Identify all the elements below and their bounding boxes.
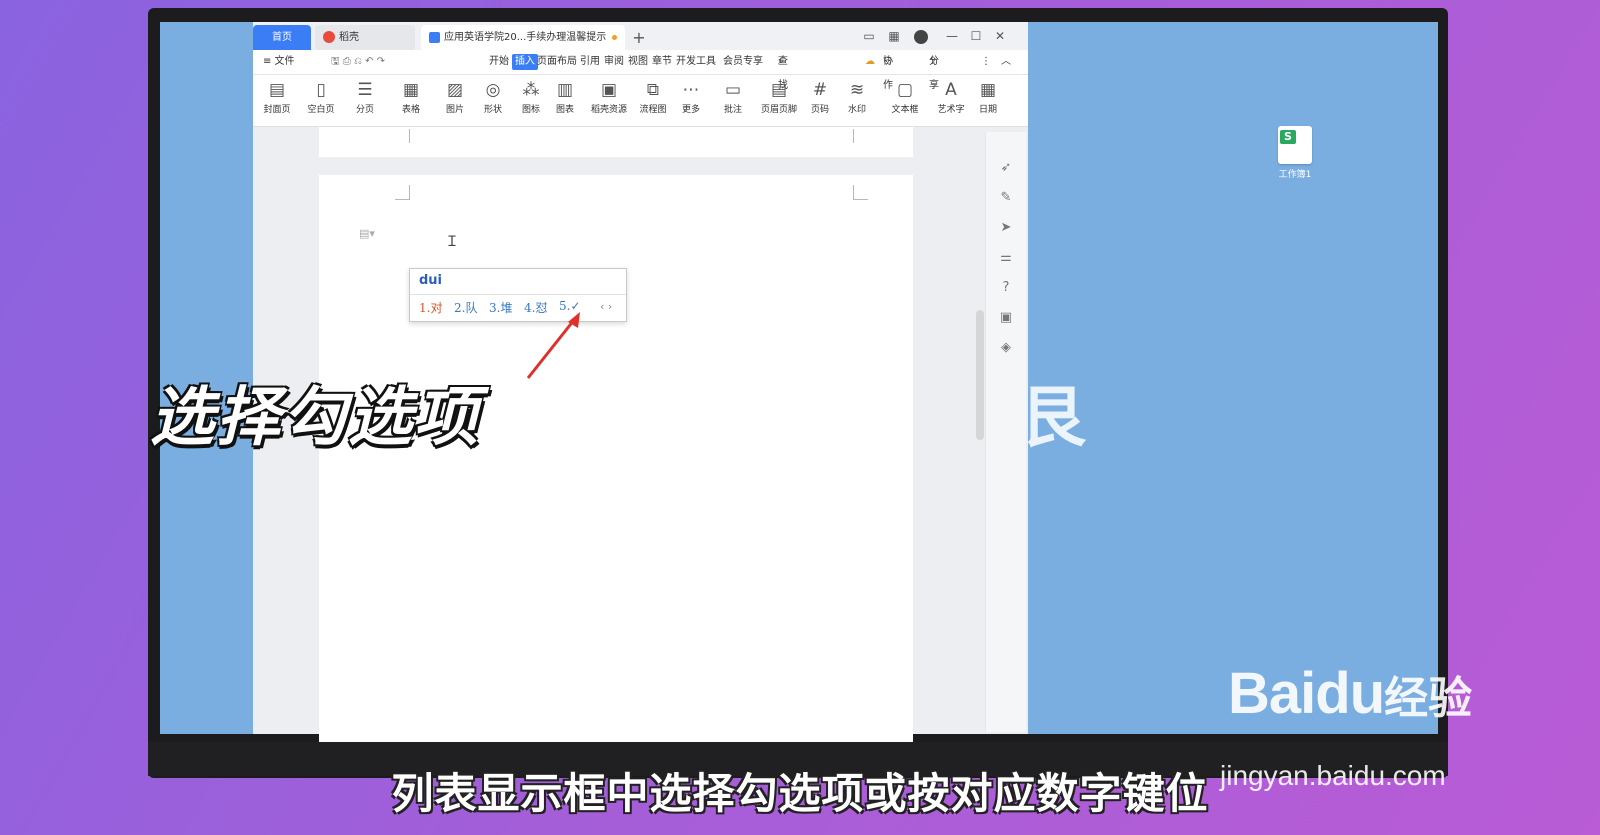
chart-icon: ▥ bbox=[556, 80, 574, 100]
menu-page-layout[interactable]: 页面布局 bbox=[537, 50, 577, 74]
ribbon-wordart[interactable]: A 艺术字 bbox=[929, 78, 973, 115]
ime-page-nav[interactable]: ‹ › bbox=[600, 300, 612, 313]
page-break-icon: ☰ bbox=[357, 80, 373, 100]
pen-icon[interactable]: ✎ bbox=[996, 188, 1016, 208]
tab-document[interactable]: 应用英语学院20...手续办理温馨提示 bbox=[421, 25, 625, 50]
ime-candidate-3[interactable]: 3.堆 bbox=[489, 299, 512, 316]
help-icon[interactable]: ? bbox=[996, 278, 1016, 298]
ribbon-comment[interactable]: ▭ 批注 bbox=[711, 78, 755, 115]
red-arrow-annotation bbox=[526, 312, 580, 379]
wordart-icon: A bbox=[945, 80, 957, 100]
tab-home[interactable]: 首页 bbox=[253, 25, 311, 50]
more-icon: ⋯ bbox=[682, 80, 700, 100]
date-icon: ▦ bbox=[979, 80, 997, 100]
menu-dev-tools[interactable]: 开发工具 bbox=[676, 50, 716, 74]
document-page-current[interactable]: ▤▾ Ｉ bbox=[319, 175, 913, 755]
menu-insert[interactable]: 插入 bbox=[512, 54, 538, 70]
ribbon-chart[interactable]: ▥ 图表 bbox=[543, 78, 587, 115]
menu-review[interactable]: 审阅 bbox=[604, 50, 624, 74]
jingyan-logo-text: 经验 bbox=[1384, 673, 1473, 724]
overlay-title: 选择勾选项 bbox=[150, 381, 480, 455]
comment-icon: ▭ bbox=[724, 80, 742, 100]
collapse-ribbon-icon[interactable]: ︿ bbox=[1001, 50, 1011, 74]
ribbon-page-break[interactable]: ☰ 分页 bbox=[343, 78, 387, 115]
ribbon-table[interactable]: ▦ 表格 bbox=[389, 78, 433, 115]
ime-candidate-1[interactable]: 1.对 bbox=[419, 299, 442, 316]
layout-icon[interactable]: ▭ bbox=[858, 22, 880, 50]
ribbon-cover-page[interactable]: ▤ 封面页 bbox=[255, 78, 299, 115]
tab-docer[interactable]: 稻壳 bbox=[315, 25, 415, 50]
text-cursor-icon: Ｉ bbox=[445, 234, 459, 250]
watermark-icon: ≋ bbox=[849, 80, 865, 100]
minimize-button[interactable]: — bbox=[941, 22, 963, 50]
menu-member[interactable]: 会员专享 bbox=[723, 50, 763, 74]
file-menu[interactable]: ≡ 文件 bbox=[263, 50, 295, 74]
ime-candidate-2[interactable]: 2.队 bbox=[454, 299, 477, 316]
table-icon: ▦ bbox=[402, 80, 420, 100]
ime-input-text: dui bbox=[419, 273, 443, 288]
header-footer-icon: ▤ bbox=[770, 80, 788, 100]
desktop-icon-label: 工作簿1 bbox=[1278, 170, 1312, 180]
spreadsheet-file-icon: S bbox=[1278, 126, 1312, 164]
video-subtitle: 列表显示框中选择勾选项或按对应数字键位 bbox=[391, 769, 1209, 818]
more-menu-icon[interactable]: ⋮ bbox=[981, 50, 991, 74]
settings-icon[interactable]: ⚌ bbox=[996, 248, 1016, 268]
textbox-icon: ▢ bbox=[896, 80, 914, 100]
blank-page-icon: ▯ bbox=[316, 80, 326, 100]
resource-icon: ▣ bbox=[600, 80, 618, 100]
cloud-icon[interactable]: ☁ bbox=[865, 50, 875, 74]
close-button[interactable]: ✕ bbox=[989, 22, 1011, 50]
insert-ribbon: ▤ 封面页 ▯ 空白页 ☰ 分页 ▦ 表格 ▨ 图片 ◎ 形状 ⁂ 图标 ▥ 图表 ▣ 稻壳资源 … bbox=[253, 74, 1028, 127]
document-page-previous bbox=[319, 127, 913, 157]
menu-references[interactable]: 引用 bbox=[580, 50, 600, 74]
baidu-jingyan-watermark: Baidu经验 jingyan.baidu.com bbox=[1220, 661, 1473, 791]
word-doc-icon bbox=[429, 31, 440, 43]
ribbon-textbox[interactable]: ▢ 文本框 bbox=[883, 78, 927, 115]
unsaved-dot-icon bbox=[612, 34, 618, 40]
paragraph-options-icon[interactable]: ▤▾ bbox=[359, 227, 375, 240]
ribbon-date[interactable]: ▦ 日期 bbox=[971, 78, 1005, 115]
compass-icon[interactable]: ◈ bbox=[996, 338, 1016, 358]
ime-candidate-box: dui 1.对 2.队 3.堆 4.怼 5.✓ ‹ › bbox=[409, 268, 627, 322]
ribbon-resources[interactable]: ▣ 稻壳资源 bbox=[587, 78, 631, 115]
ribbon-more[interactable]: ⋯ 更多 bbox=[669, 78, 713, 115]
ribbon-watermark[interactable]: ≋ 水印 bbox=[835, 78, 879, 115]
tab-docer-label: 稻壳 bbox=[339, 32, 359, 43]
menu-chapter[interactable]: 章节 bbox=[652, 50, 672, 74]
ribbon-blank-page[interactable]: ▯ 空白页 bbox=[299, 78, 343, 115]
new-tab-button[interactable]: + bbox=[629, 25, 649, 50]
ribbon-header-footer[interactable]: ▤ 页眉页脚 bbox=[757, 78, 801, 115]
menu-view[interactable]: 视图 bbox=[628, 50, 648, 74]
image-tool-icon[interactable]: ▣ bbox=[996, 308, 1016, 328]
maximize-button[interactable]: ☐ bbox=[965, 22, 987, 50]
vertical-scrollbar[interactable] bbox=[976, 310, 984, 440]
menu-bar: ≡ 文件 🖫 ⎙ ⎌ ↶ ↷ 开始 插入 页面布局 引用 审阅 视图 章节 开发… bbox=[253, 50, 1028, 91]
baidu-logo-text: Bai bbox=[1228, 661, 1316, 726]
avatar[interactable] bbox=[910, 22, 932, 50]
overlay-ghost-glyph: 艮 bbox=[1020, 379, 1086, 456]
desktop-spreadsheet-icon[interactable]: S 工作簿1 bbox=[1270, 126, 1320, 180]
cursor-icon[interactable]: ➤ bbox=[996, 218, 1016, 238]
cover-icon: ▤ bbox=[268, 80, 286, 100]
rocket-icon[interactable]: ➶ bbox=[996, 158, 1016, 178]
quick-access-toolbar: 🖫 ⎙ ⎌ ↶ ↷ bbox=[331, 56, 385, 67]
tab-document-label: 应用英语学院20...手续办理温馨提示 bbox=[444, 32, 607, 43]
apps-grid-icon[interactable]: ▦ bbox=[883, 22, 905, 50]
tab-bar: 首页 稻壳 应用英语学院20...手续办理温馨提示 + ▭ ▦ — ☐ ✕ bbox=[253, 22, 1028, 50]
docer-icon bbox=[323, 31, 335, 43]
menu-start[interactable]: 开始 bbox=[489, 50, 509, 74]
